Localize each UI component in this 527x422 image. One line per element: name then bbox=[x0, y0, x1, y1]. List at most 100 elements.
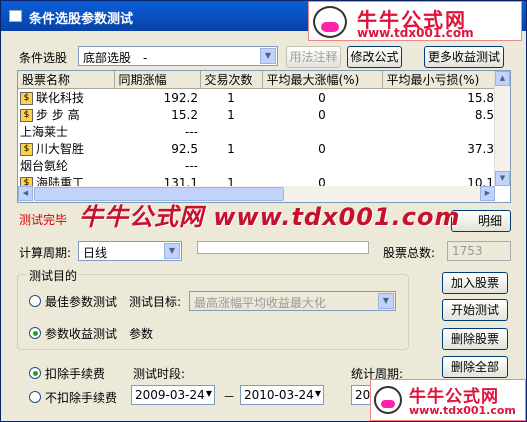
gain-cell-text: 15.2 bbox=[171, 107, 198, 122]
stock-total-value: 1753 bbox=[447, 241, 511, 261]
table-row[interactable]: $ 联化科技 192.2 1 0 15.8 bbox=[18, 89, 496, 107]
date-dash: － bbox=[223, 390, 236, 404]
dollar-icon: $ bbox=[20, 92, 33, 105]
condition-select[interactable]: 底部选股 - ▼ bbox=[78, 46, 278, 66]
chevron-down-icon[interactable]: ▼ bbox=[378, 293, 394, 309]
cow-logo-icon bbox=[374, 386, 402, 414]
table-row[interactable]: $ 步 步 高 15.2 1 0 8.5 bbox=[18, 106, 496, 123]
gain-cell-text: 192.2 bbox=[163, 90, 198, 105]
minloss-cell bbox=[382, 157, 496, 174]
period-range-label: 测试时段: bbox=[133, 367, 186, 381]
vertical-scrollbar[interactable]: ▲ ▼ bbox=[494, 71, 510, 186]
col-header-gain[interactable]: 同期涨幅 bbox=[114, 71, 201, 89]
gain-cell-text: 92.5 bbox=[171, 141, 198, 156]
dollar-icon: $ bbox=[20, 109, 33, 122]
chevron-down-icon[interactable]: ▼ bbox=[164, 243, 180, 259]
condition-value: 底部选股 - bbox=[83, 51, 148, 65]
trades-cell-text: 1 bbox=[227, 90, 235, 105]
date-from-value: 2009-03-24 bbox=[135, 388, 205, 402]
minloss-cell-text: 15.8 bbox=[467, 90, 494, 105]
trades-cell: 1 bbox=[200, 140, 262, 157]
name-cell-text: 联化科技 bbox=[36, 91, 85, 105]
stock-total-label: 股票总数: bbox=[383, 246, 436, 260]
condition-label: 条件选股 bbox=[19, 51, 68, 65]
minloss-cell-text: 37.3 bbox=[467, 141, 494, 156]
trades-cell-text: 1 bbox=[227, 107, 235, 122]
minloss-cell: 37.3 bbox=[382, 140, 496, 157]
no-deduct-fee-label: 不扣除手续费 bbox=[45, 391, 118, 405]
target-label: 测试目标: bbox=[129, 295, 182, 309]
gain-cell: --- bbox=[114, 123, 200, 140]
results-table[interactable]: 股票名称 同期涨幅 交易次数 平均最大涨幅(%) 平均最小亏损(%) $ 联化科技… bbox=[17, 70, 511, 203]
table-row[interactable]: $ 川大智胜 92.5 1 0 37.3 bbox=[18, 140, 496, 157]
name-cell: $烟台氨纶 bbox=[18, 157, 114, 174]
brand-url-bottom: www.tdx001.com bbox=[409, 404, 516, 417]
test-goal-title: 测试目的 bbox=[27, 267, 80, 284]
best-param-radio[interactable] bbox=[29, 295, 41, 307]
maxgain-cell-text: 0 bbox=[318, 107, 326, 122]
maxgain-cell-text: 0 bbox=[318, 141, 326, 156]
add-stock-button[interactable]: 加入股票 bbox=[442, 272, 508, 294]
no-deduct-fee-radio[interactable] bbox=[29, 391, 41, 403]
maxgain-cell: 0 bbox=[262, 140, 382, 157]
scroll-left-icon[interactable]: ◀ bbox=[18, 186, 33, 201]
delete-all-button[interactable]: 删除全部 bbox=[442, 356, 508, 378]
scroll-right-icon[interactable]: ▶ bbox=[480, 186, 495, 201]
gain-cell: 92.5 bbox=[114, 140, 200, 157]
col-header-trades[interactable]: 交易次数 bbox=[200, 71, 263, 89]
param-return-label: 参数收益测试 bbox=[45, 327, 118, 341]
more-test-button[interactable]: 更多收益测试 bbox=[424, 46, 504, 68]
best-param-label: 最佳参数测试 bbox=[45, 295, 118, 309]
target-value: 最高涨幅平均收益最大化 bbox=[194, 296, 327, 310]
period-label: 计算周期: bbox=[19, 246, 72, 260]
period-select[interactable]: 日线 ▼ bbox=[78, 241, 182, 261]
deduct-fee-radio[interactable] bbox=[29, 367, 41, 379]
name-cell: $ 步 步 高 bbox=[18, 106, 114, 123]
col-header-maxgain[interactable]: 平均最大涨幅(%) bbox=[262, 71, 383, 89]
name-cell: $上海莱士 bbox=[18, 123, 114, 140]
maxgain-cell-text: 0 bbox=[318, 90, 326, 105]
date-to-picker[interactable]: 2010-03-24 ▼ bbox=[240, 385, 324, 405]
table-header-row: 股票名称 同期涨幅 交易次数 平均最大涨幅(%) 平均最小亏损(%) bbox=[18, 71, 497, 89]
watermark: 牛牛公式网 www.tdx001.com bbox=[79, 203, 461, 231]
chevron-down-icon[interactable]: ▼ bbox=[260, 48, 276, 64]
trades-cell: 1 bbox=[200, 106, 262, 123]
chevron-down-icon[interactable]: ▼ bbox=[206, 389, 212, 398]
maxgain-cell: 0 bbox=[262, 89, 382, 107]
date-to-value: 2010-03-24 bbox=[244, 388, 314, 402]
chevron-down-icon[interactable]: ▼ bbox=[315, 389, 321, 398]
status-text: 测试完毕 bbox=[19, 213, 68, 227]
brand-logo-top: 牛牛公式网 www.tdx001.com bbox=[308, 1, 522, 41]
scroll-up-icon[interactable]: ▲ bbox=[495, 71, 510, 86]
name-cell-text: 上海莱士 bbox=[20, 125, 69, 139]
gain-cell-text: --- bbox=[185, 124, 198, 139]
param-label: 参数 bbox=[129, 327, 154, 341]
trades-cell-text: 1 bbox=[227, 141, 235, 156]
maxgain-cell bbox=[262, 157, 382, 174]
trades-cell: 1 bbox=[200, 89, 262, 107]
minloss-cell: 15.8 bbox=[382, 89, 496, 107]
window-title: 条件选股参数测试 bbox=[29, 12, 134, 27]
table-row[interactable]: $烟台氨纶 --- bbox=[18, 157, 496, 174]
delete-stock-button[interactable]: 删除股票 bbox=[442, 328, 508, 350]
window-icon bbox=[9, 10, 22, 22]
period-value: 日线 bbox=[83, 246, 108, 260]
usage-button[interactable]: 用法注释 bbox=[286, 46, 341, 68]
scroll-down-icon[interactable]: ▼ bbox=[495, 171, 510, 186]
brand-logo-bottom: 牛牛公式网 www.tdx001.com bbox=[370, 379, 526, 421]
col-header-name[interactable]: 股票名称 bbox=[18, 71, 115, 89]
trades-cell bbox=[200, 123, 262, 140]
main-window: 条件选股参数测试 牛牛公式网 www.tdx001.com 条件选股 底部选股 … bbox=[0, 0, 527, 422]
date-from-picker[interactable]: 2009-03-24 ▼ bbox=[131, 385, 215, 405]
start-test-button[interactable]: 开始测试 bbox=[442, 299, 508, 321]
table-row[interactable]: $上海莱士 --- bbox=[18, 123, 496, 140]
minloss-cell: 8.5 bbox=[382, 106, 496, 123]
dollar-icon: $ bbox=[20, 143, 33, 156]
cow-logo-icon bbox=[313, 6, 347, 38]
target-select[interactable]: 最高涨幅平均收益最大化 ▼ bbox=[189, 291, 396, 311]
gain-cell: 15.2 bbox=[114, 106, 200, 123]
param-return-radio[interactable] bbox=[29, 327, 41, 339]
modify-formula-button[interactable]: 修改公式 bbox=[347, 46, 402, 68]
col-header-minloss[interactable]: 平均最小亏损(%) bbox=[382, 71, 497, 89]
name-cell: $ 川大智胜 bbox=[18, 140, 114, 157]
